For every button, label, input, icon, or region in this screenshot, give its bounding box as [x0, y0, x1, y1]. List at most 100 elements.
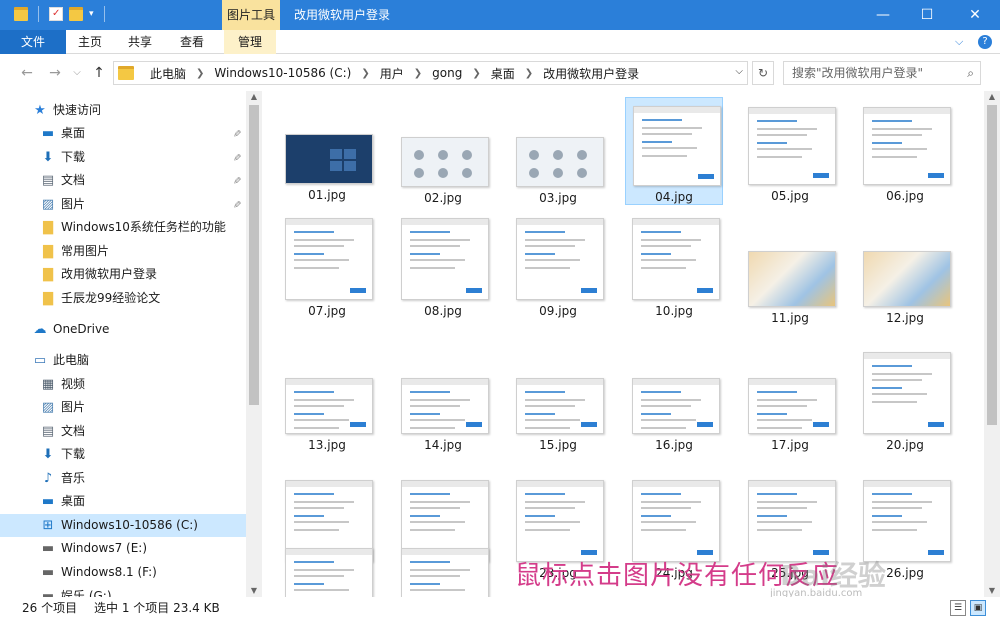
tab-view[interactable]: 查看: [174, 30, 210, 54]
minimize-button[interactable]: —: [860, 0, 906, 30]
file-item[interactable]: 05.jpg: [741, 97, 839, 205]
image-thumbnail[interactable]: [863, 251, 951, 307]
file-item[interactable]: 20.jpg: [856, 322, 954, 452]
image-thumbnail[interactable]: [285, 548, 373, 597]
tab-home[interactable]: 主页: [72, 30, 108, 54]
breadcrumb-drive[interactable]: Windows10-10586 (C:): [214, 66, 351, 80]
image-thumbnail[interactable]: [632, 218, 720, 300]
image-thumbnail[interactable]: [632, 378, 720, 434]
sidebar-item[interactable]: ▬ 桌面 ✎: [0, 122, 246, 145]
sidebar-item[interactable]: ▬ Windows8.1 (F:): [0, 561, 246, 584]
image-thumbnail[interactable]: [748, 107, 836, 185]
image-thumbnail[interactable]: [633, 106, 721, 186]
file-item[interactable]: 04.jpg: [625, 97, 723, 205]
sidebar-item[interactable]: ▬ 桌面: [0, 490, 246, 513]
help-icon[interactable]: ?: [978, 35, 992, 49]
file-item[interactable]: 11.jpg: [741, 209, 839, 325]
sidebar-item[interactable]: ▇ Windows10系统任务栏的功能: [0, 216, 246, 239]
image-thumbnail[interactable]: [401, 218, 489, 300]
back-button[interactable]: ←: [18, 63, 36, 83]
image-thumbnail[interactable]: [401, 548, 489, 597]
breadcrumb-current-folder[interactable]: 改用微软用户登录: [543, 65, 639, 82]
breadcrumb-this-pc[interactable]: 此电脑: [150, 65, 186, 82]
image-thumbnail[interactable]: [748, 480, 836, 562]
sidebar-item[interactable]: ▦ 视频: [0, 373, 246, 396]
sidebar-item[interactable]: ▤ 文档: [0, 420, 246, 443]
file-item[interactable]: 09.jpg: [509, 209, 607, 318]
image-thumbnail[interactable]: [516, 378, 604, 434]
navigation-scrollbar[interactable]: ▲ ▼: [246, 91, 262, 597]
file-item[interactable]: 25.jpg: [741, 434, 839, 580]
file-item[interactable]: 26.jpg: [856, 434, 954, 580]
image-thumbnail[interactable]: [285, 378, 373, 434]
file-item[interactable]: [278, 546, 376, 597]
file-item[interactable]: 01.jpg: [278, 97, 376, 205]
file-item[interactable]: 22.jpg: [394, 434, 492, 580]
file-item[interactable]: 17.jpg: [741, 322, 839, 452]
scroll-down-icon[interactable]: ▼: [246, 585, 262, 597]
file-item[interactable]: 14.jpg: [394, 322, 492, 452]
sidebar-item[interactable]: ▨ 图片: [0, 396, 246, 419]
file-item[interactable]: 08.jpg: [394, 209, 492, 318]
file-item[interactable]: 13.jpg: [278, 322, 376, 452]
forward-button[interactable]: →: [46, 63, 64, 83]
file-list-scrollbar[interactable]: ▲ ▼: [984, 91, 1000, 597]
sidebar-item[interactable]: ▇ 改用微软用户登录: [0, 263, 246, 286]
search-icon[interactable]: ⌕: [967, 62, 974, 84]
close-button[interactable]: ✕: [952, 0, 998, 30]
sidebar-item[interactable]: ▭ 此电脑: [0, 349, 246, 372]
properties-icon[interactable]: ✓: [49, 7, 63, 21]
breadcrumb-desktop[interactable]: 桌面: [491, 65, 515, 82]
file-item[interactable]: 03.jpg: [509, 97, 607, 205]
image-thumbnail[interactable]: [863, 480, 951, 562]
maximize-button[interactable]: ☐: [904, 0, 950, 30]
file-item[interactable]: [394, 546, 492, 597]
sidebar-item[interactable]: ▇ 壬辰龙99经验论文: [0, 287, 246, 310]
breadcrumb-user[interactable]: gong: [432, 66, 462, 80]
sidebar-item[interactable]: ▇ 常用图片: [0, 240, 246, 263]
refresh-button[interactable]: ↻: [752, 61, 774, 85]
sidebar-item[interactable]: ☁ OneDrive: [0, 318, 246, 341]
customize-toolbar-icon[interactable]: ▾: [89, 9, 94, 19]
image-thumbnail[interactable]: [401, 137, 489, 187]
image-thumbnail[interactable]: [748, 251, 836, 307]
image-thumbnail[interactable]: [863, 352, 951, 434]
sidebar-item[interactable]: ▬ 娱乐 (G:): [0, 585, 246, 597]
breadcrumb-users[interactable]: 用户: [380, 65, 404, 82]
image-thumbnail[interactable]: [285, 218, 373, 300]
file-item[interactable]: 16.jpg: [625, 322, 723, 452]
image-thumbnail[interactable]: [401, 378, 489, 434]
file-item[interactable]: 24.jpg: [625, 434, 723, 580]
sidebar-item[interactable]: ♪ 音乐: [0, 467, 246, 490]
file-item[interactable]: 07.jpg: [278, 209, 376, 318]
scroll-up-icon[interactable]: ▲: [246, 91, 262, 103]
sidebar-item[interactable]: ★ 快速访问: [0, 99, 246, 122]
sidebar-item[interactable]: ⊞ Windows10-10586 (C:): [0, 514, 246, 537]
large-icons-view-button[interactable]: ▣: [970, 600, 986, 616]
tab-share[interactable]: 共享: [122, 30, 158, 54]
image-thumbnail[interactable]: [516, 480, 604, 562]
chevron-right-icon[interactable]: ❯: [196, 68, 204, 79]
chevron-right-icon[interactable]: ❯: [472, 68, 480, 79]
sidebar-item[interactable]: ⬇ 下载 ✎: [0, 146, 246, 169]
expand-ribbon-icon[interactable]: ⌵: [955, 35, 963, 49]
new-folder-icon[interactable]: [69, 7, 83, 21]
file-item[interactable]: 10.jpg: [625, 209, 723, 318]
image-thumbnail[interactable]: [748, 378, 836, 434]
address-bar[interactable]: 此电脑 ❯ Windows10-10586 (C:) ❯ 用户 ❯ gong ❯…: [113, 61, 748, 85]
sidebar-item[interactable]: ▤ 文档 ✎: [0, 169, 246, 192]
sidebar-item[interactable]: ⬇ 下载: [0, 443, 246, 466]
scrollbar-thumb[interactable]: [987, 105, 997, 425]
tab-file[interactable]: 文件: [0, 30, 66, 54]
chevron-right-icon[interactable]: ❯: [361, 68, 369, 79]
file-item[interactable]: 23.jpg: [509, 434, 607, 580]
search-input[interactable]: 搜索"改用微软用户登录" ⌕: [783, 61, 981, 85]
address-dropdown-icon[interactable]: ⌵: [735, 66, 743, 77]
details-view-button[interactable]: ☰: [950, 600, 966, 616]
recent-locations-button[interactable]: ⌵: [68, 63, 86, 83]
image-thumbnail[interactable]: [285, 134, 373, 184]
chevron-right-icon[interactable]: ❯: [525, 68, 533, 79]
file-item[interactable]: 02.jpg: [394, 97, 492, 205]
tab-manage[interactable]: 管理: [224, 30, 276, 54]
file-item[interactable]: 15.jpg: [509, 322, 607, 452]
